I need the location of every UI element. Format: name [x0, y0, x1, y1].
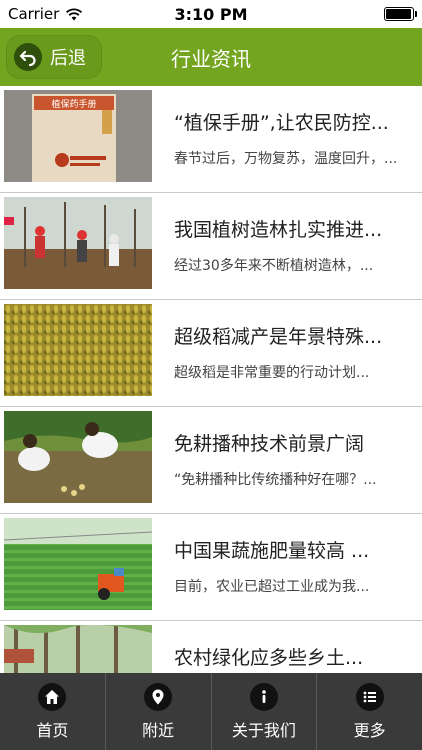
- thumb-book-title: 植保药手册: [51, 98, 96, 110]
- info-icon: [249, 682, 278, 711]
- list-item[interactable]: 植保药手册 “植保手册”,让农民防控... 春节过后，万物复苏，温度回升，...: [0, 86, 422, 193]
- tab-home[interactable]: 首页: [0, 673, 106, 750]
- article-summary: “免耕播种比传统播种好在哪？...: [174, 472, 377, 488]
- tab-about-us[interactable]: 关于我们: [212, 673, 318, 750]
- article-list: 植保药手册 “植保手册”,让农民防控... 春节过后，万物复苏，温度回升，...: [0, 86, 422, 673]
- article-thumbnail: [4, 518, 152, 610]
- article-summary: 春节过后，万物复苏，温度回升，...: [174, 151, 398, 167]
- tab-label: 附近: [142, 720, 175, 740]
- article-title: 中国果蔬施肥量较高 ...: [174, 540, 370, 562]
- list-item[interactable]: 农村绿化应多些乡土...: [0, 621, 422, 673]
- list-item[interactable]: 我国植树造林扎实推进... 经过30多年来不断植树造林，...: [0, 193, 422, 300]
- tab-label: 首页: [36, 720, 69, 740]
- tab-nearby[interactable]: 附近: [106, 673, 212, 750]
- battery-fill: [386, 9, 411, 19]
- article-title: 我国植树造林扎实推进...: [174, 219, 383, 241]
- article-title: 超级稻减产是年景特殊...: [174, 326, 383, 348]
- status-bar: Carrier 3:10 PM: [0, 0, 422, 28]
- article-thumbnail: [4, 304, 152, 396]
- list-icon: [355, 682, 384, 711]
- list-item[interactable]: 免耕播种技术前景广阔 “免耕播种比传统播种好在哪？...: [0, 407, 422, 514]
- page-title: 行业资讯: [171, 46, 251, 71]
- location-pin-icon: [144, 682, 173, 711]
- back-arrow-icon: [14, 43, 42, 71]
- article-title: 免耕播种技术前景广阔: [174, 433, 365, 455]
- article-thumbnail: [4, 411, 152, 503]
- battery-icon: [384, 7, 417, 21]
- home-icon: [38, 682, 67, 711]
- article-summary: 经过30多年来不断植树造林，...: [174, 258, 374, 274]
- tab-label: 更多: [353, 720, 386, 740]
- status-left: Carrier: [8, 5, 83, 23]
- carrier-label: Carrier: [8, 5, 60, 23]
- list-item[interactable]: 超级稻减产是年景特殊... 超级稻是非常重要的行动计划...: [0, 300, 422, 407]
- tab-more[interactable]: 更多: [317, 673, 422, 750]
- article-title: 农村绿化应多些乡土...: [174, 647, 364, 669]
- nav-bar: 后退 行业资讯: [0, 28, 422, 86]
- wifi-icon: [66, 8, 83, 20]
- article-summary: 目前，农业已超过工业成为我...: [174, 579, 370, 595]
- back-label: 后退: [50, 48, 86, 69]
- list-item[interactable]: 中国果蔬施肥量较高 ... 目前，农业已超过工业成为我...: [0, 514, 422, 621]
- article-thumbnail: [4, 625, 152, 673]
- article-title: “植保手册”,让农民防控...: [174, 112, 389, 134]
- article-thumbnail: [4, 197, 152, 289]
- tab-bar: 首页 附近 关于我们 更多: [0, 673, 422, 750]
- article-summary: 超级稻是非常重要的行动计划...: [174, 365, 370, 381]
- tab-label: 关于我们: [231, 720, 296, 740]
- back-button[interactable]: 后退: [6, 35, 102, 79]
- article-thumbnail: 植保药手册: [4, 90, 152, 182]
